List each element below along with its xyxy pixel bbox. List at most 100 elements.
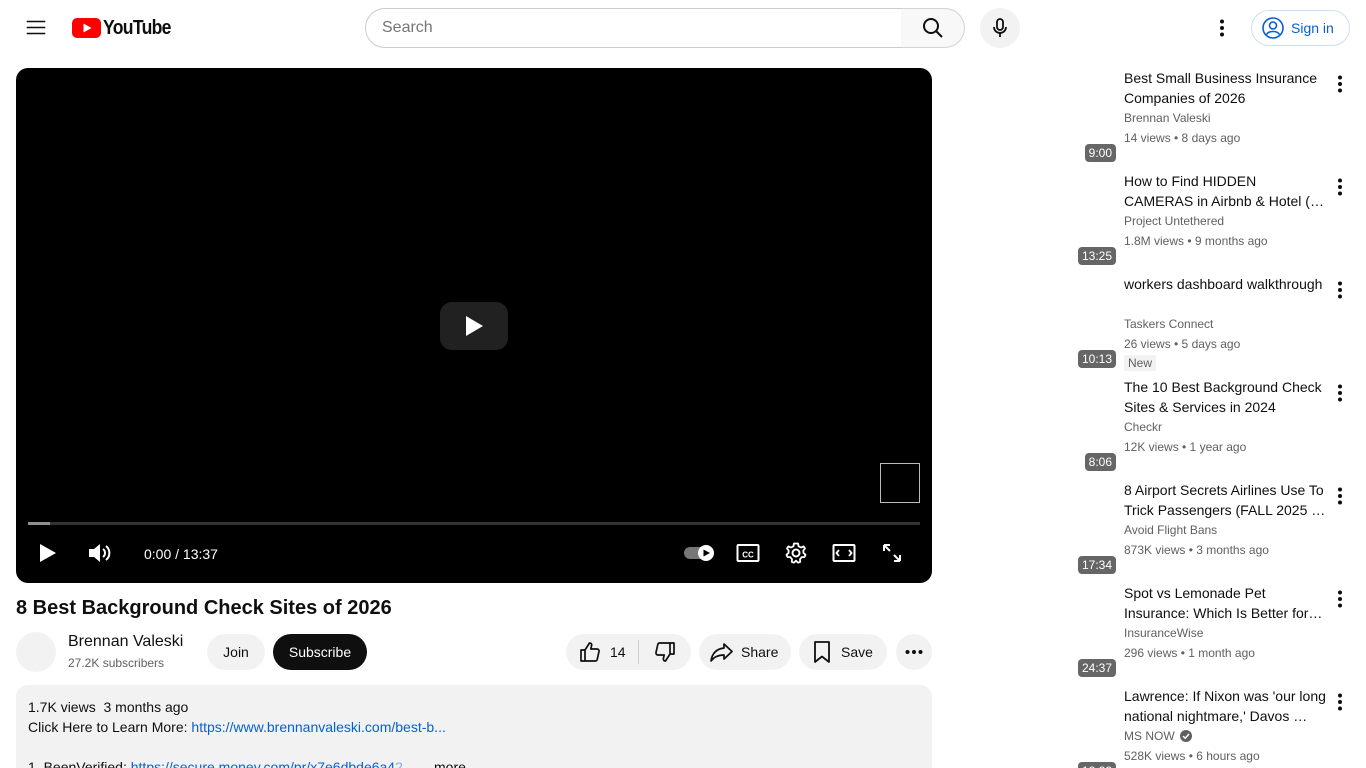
- description-link[interactable]: https://www.brennanvaleski.com/best-b...: [191, 719, 445, 735]
- related-channel[interactable]: InsuranceWise: [1124, 624, 1203, 642]
- bookmark-icon: [814, 641, 830, 663]
- related-channel[interactable]: Project Untethered: [1124, 212, 1224, 230]
- description-fade-text: 2...: [395, 759, 415, 768]
- more-vert-icon: [1338, 384, 1342, 402]
- video-thumbnail[interactable]: 8:06: [956, 377, 1116, 471]
- related-video-meta: 1.8M views • 9 months ago: [1124, 234, 1268, 248]
- join-button[interactable]: Join: [207, 634, 265, 670]
- video-thumbnail[interactable]: 13:25: [956, 171, 1116, 265]
- related-video-menu-button[interactable]: [1330, 484, 1350, 508]
- more-actions-button[interactable]: [896, 634, 932, 670]
- search-input[interactable]: [382, 19, 901, 37]
- volume-icon: [89, 544, 111, 562]
- video-thumbnail[interactable]: 24:37: [956, 583, 1116, 677]
- video-thumbnail[interactable]: 17:34: [956, 480, 1116, 574]
- search-button[interactable]: [901, 8, 965, 48]
- duration-badge: 8:06: [1084, 453, 1116, 471]
- related-video-title[interactable]: The 10 Best Background Check Sites & Ser…: [1124, 377, 1328, 417]
- settings-menu-button[interactable]: [1202, 8, 1242, 48]
- play-icon: [466, 316, 483, 336]
- large-play-button[interactable]: [440, 302, 508, 350]
- like-count: 14: [610, 644, 626, 660]
- description-stats: 1.7K views 3 months ago: [28, 697, 920, 717]
- more-vert-icon: [1338, 75, 1342, 93]
- closed-captions-icon: CC: [736, 544, 760, 562]
- play-button[interactable]: [30, 535, 66, 571]
- related-video-meta: 873K views • 3 months ago: [1124, 543, 1269, 557]
- description-link[interactable]: https://secure.money.com/pr/x7e6dbde6a4: [131, 759, 395, 768]
- show-more-link[interactable]: ...more: [422, 759, 466, 768]
- video-thumbnail[interactable]: 10:13: [956, 274, 1116, 368]
- progress-bar[interactable]: [28, 522, 920, 525]
- description-line: 1. BeenVerified: https://secure.money.co…: [28, 757, 920, 768]
- related-video-title[interactable]: Best Small Business Insurance Companies …: [1124, 68, 1328, 108]
- subscriber-count: 27.2K subscribers: [68, 656, 165, 670]
- related-video-title[interactable]: How to Find HIDDEN CAMERAS in Airbnb & H…: [1124, 171, 1328, 211]
- related-video-meta: 528K views • 6 hours ago: [1124, 749, 1260, 763]
- subscribe-button[interactable]: Subscribe: [273, 634, 367, 670]
- related-video-menu-button[interactable]: [1330, 690, 1350, 714]
- related-channel-name: Avoid Flight Bans: [1124, 523, 1218, 537]
- related-video-meta: 14 views • 8 days ago: [1124, 131, 1241, 145]
- settings-button[interactable]: [778, 535, 814, 571]
- video-player[interactable]: 0:00 / 13:37 CC: [16, 68, 932, 583]
- related-channel[interactable]: Checkr: [1124, 418, 1162, 436]
- related-video-item[interactable]: 24:37 Spot vs Lemonade Pet Insurance: Whi…: [956, 583, 1350, 677]
- video-thumbnail[interactable]: 9:00: [956, 68, 1116, 162]
- logo-text: YouTube: [103, 16, 171, 39]
- publish-date: 3 months ago: [103, 699, 189, 715]
- related-video-meta: 26 views • 5 days ago: [1124, 337, 1241, 351]
- sign-in-button[interactable]: Sign in: [1251, 10, 1350, 46]
- related-video-menu-button[interactable]: [1330, 587, 1350, 611]
- microphone-icon: [993, 18, 1007, 37]
- duration-badge: 10:13: [1077, 350, 1116, 368]
- autoplay-toggle-icon: [684, 545, 714, 561]
- share-button[interactable]: Share: [699, 634, 791, 670]
- channel-avatar[interactable]: [16, 632, 56, 672]
- related-video-item[interactable]: 10:13 workers dashboard walkthrough Tasker…: [956, 274, 1350, 371]
- related-channel[interactable]: MS NOW: [1124, 727, 1193, 745]
- search-icon: [922, 18, 943, 38]
- related-video-menu-button[interactable]: [1330, 175, 1350, 199]
- related-video-item[interactable]: 17:34 8 Airport Secrets Airlines Use To T…: [956, 480, 1350, 574]
- more-vert-icon: [1338, 487, 1342, 505]
- related-video-title[interactable]: Lawrence: If Nixon was 'our long nationa…: [1124, 686, 1328, 726]
- mute-button[interactable]: [82, 535, 118, 571]
- gear-icon: [785, 542, 807, 564]
- channel-name[interactable]: Brennan Valeski: [68, 633, 183, 651]
- related-channel[interactable]: Brennan Valeski: [1124, 109, 1211, 127]
- captions-button[interactable]: CC: [730, 535, 766, 571]
- related-video-title[interactable]: 8 Airport Secrets Airlines Use To Trick …: [1124, 480, 1328, 520]
- dislike-button[interactable]: [639, 634, 691, 670]
- related-channel-name: MS NOW: [1124, 729, 1175, 743]
- channel-watermark-image[interactable]: [880, 463, 920, 503]
- autoplay-toggle[interactable]: [682, 535, 718, 571]
- hamburger-menu-icon: [26, 20, 46, 35]
- description-text: Click Here to Learn More:: [28, 719, 192, 735]
- view-count: 1.7K views: [28, 699, 96, 715]
- related-video-item[interactable]: 12:22 Lawrence: If Nixon was 'our long na…: [956, 686, 1350, 768]
- theater-mode-button[interactable]: [826, 535, 862, 571]
- related-video-item[interactable]: 8:06 The 10 Best Background Check Sites &…: [956, 377, 1350, 471]
- related-video-item[interactable]: 13:25 How to Find HIDDEN CAMERAS in Airbn…: [956, 171, 1350, 265]
- related-video-menu-button[interactable]: [1330, 381, 1350, 405]
- related-channel[interactable]: Avoid Flight Bans: [1124, 521, 1217, 539]
- search-box[interactable]: [365, 8, 902, 48]
- like-button[interactable]: 14: [566, 634, 638, 670]
- related-video-menu-button[interactable]: [1330, 72, 1350, 96]
- svg-text:CC: CC: [742, 551, 754, 560]
- related-video-title[interactable]: Spot vs Lemonade Pet Insurance: Which Is…: [1124, 583, 1328, 623]
- guide-menu-button[interactable]: [16, 8, 56, 48]
- related-channel[interactable]: Taskers Connect: [1124, 315, 1213, 333]
- related-video-title[interactable]: workers dashboard walkthrough: [1124, 274, 1328, 294]
- voice-search-button[interactable]: [980, 8, 1020, 48]
- related-video-menu-button[interactable]: [1330, 278, 1350, 302]
- description-box[interactable]: 1.7K views 3 months ago Click Here to Le…: [16, 685, 932, 768]
- video-thumbnail[interactable]: 12:22: [956, 686, 1116, 768]
- youtube-logo[interactable]: YouTube: [72, 16, 180, 40]
- play-icon: [40, 544, 56, 562]
- save-button[interactable]: Save: [799, 634, 887, 670]
- related-video-item[interactable]: 9:00 Best Small Business Insurance Compan…: [956, 68, 1350, 162]
- fullscreen-button[interactable]: [874, 535, 910, 571]
- related-video-meta: 296 views • 1 month ago: [1124, 646, 1255, 660]
